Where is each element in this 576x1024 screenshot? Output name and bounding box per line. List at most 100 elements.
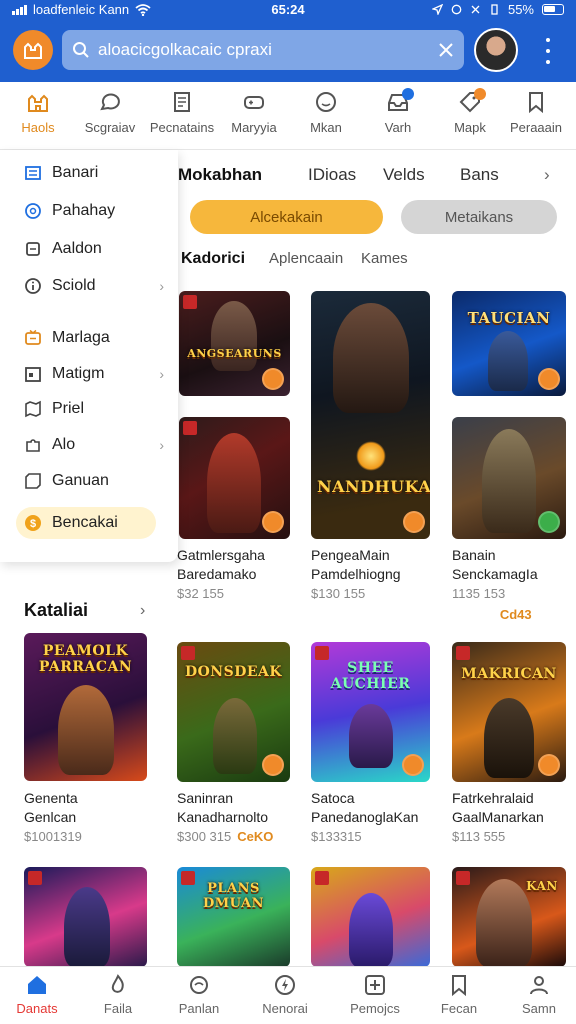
nav-nenorai[interactable]: Nenorai [244, 973, 326, 1016]
game-card-info[interactable]: Saninran Kanadharnolto $300 315 CeKO [177, 789, 273, 846]
nav-fecan[interactable]: Fecan [418, 973, 500, 1016]
drawer-item-banari[interactable]: Banari [0, 158, 178, 188]
drawer-item-alo[interactable]: Alo › [0, 430, 178, 460]
game-card-cover[interactable]: MAKRICAN [452, 642, 566, 782]
game-card-cover[interactable] [24, 867, 147, 967]
vibrate-icon [491, 4, 498, 15]
category-haols[interactable]: Haols [2, 90, 74, 135]
platform-badge-icon [538, 368, 560, 390]
game-card-cover[interactable]: ANGSEARUNS [179, 291, 290, 396]
platform-badge-icon [262, 754, 284, 776]
drawer-item-ganuan[interactable]: Ganuan [0, 466, 178, 496]
game-card-cover[interactable]: PEAMOLK PARRACAN [24, 633, 147, 781]
game-card-cover[interactable] [179, 417, 290, 539]
game-card-info[interactable]: Gatmlersgaha Baredamako $32 155 [177, 546, 265, 603]
castle-icon [28, 94, 48, 112]
app-logo-button[interactable] [13, 30, 53, 70]
user-icon [530, 976, 548, 995]
more-options-icon[interactable] [540, 38, 556, 64]
sale-tag-icon [456, 646, 470, 660]
tv-icon [24, 329, 42, 347]
user-avatar[interactable] [474, 28, 518, 72]
clear-search-icon[interactable] [438, 42, 454, 58]
drawer-item-pahahay[interactable]: Pahahay [0, 196, 178, 226]
sale-tag-icon [315, 871, 329, 885]
app-header: loadfenleic Kann 65:24 55% [0, 0, 576, 82]
bookmark-icon [529, 92, 543, 114]
discount-tag: CeKO [237, 829, 274, 844]
game-card-info[interactable]: Genenta Genlcan $1001319 [24, 789, 82, 846]
calendar-icon [24, 365, 42, 383]
nav-danats[interactable]: Danats [0, 973, 78, 1016]
chat-icon [100, 93, 120, 111]
map-icon [24, 400, 42, 418]
subtab-aplencaain[interactable]: Aplencaain [269, 250, 343, 267]
game-card-info[interactable]: Satoca PanedanoglaKan $133315 [311, 789, 418, 846]
search-bar[interactable] [62, 30, 464, 70]
notification-badge [402, 88, 414, 100]
platform-badge-icon [538, 754, 560, 776]
filter-primary-button[interactable]: Alcekakain [190, 200, 383, 234]
filter-secondary-button[interactable]: Metaikans [401, 200, 557, 234]
sale-tag-icon [183, 295, 197, 309]
mute-icon [471, 5, 480, 14]
target-icon [24, 202, 42, 220]
nav-faila[interactable]: Faila [77, 973, 159, 1016]
game-card-cover[interactable]: NANDHUKA [311, 291, 430, 539]
sale-tag-icon [315, 646, 329, 660]
search-icon [73, 42, 89, 58]
subtab-kadorici[interactable]: Kadorici [181, 250, 245, 268]
gamepad-icon [244, 96, 264, 109]
subtab-kames[interactable]: Kames [361, 250, 408, 267]
game-card-cover[interactable] [311, 867, 430, 967]
drawer-item-priel[interactable]: Priel [0, 394, 178, 424]
game-card-cover[interactable]: TAUCIAN [452, 291, 566, 396]
game-card-info[interactable]: PengeaMain Pamdelhiogng $130 155 [311, 546, 401, 603]
tab-velds[interactable]: Velds [383, 165, 425, 185]
game-card-info[interactable]: Fatrkehralaid GaalManarkan $113 555 [452, 789, 544, 846]
category-peraaain[interactable]: Peraaain [500, 90, 572, 135]
nav-samn[interactable]: Samn [498, 973, 576, 1016]
sale-tag-icon [28, 871, 42, 885]
drawer-item-bencakai[interactable]: $ Bencakai [16, 507, 156, 539]
nav-pemojcs[interactable]: Pemojcs [334, 973, 416, 1016]
drawer-item-aaldon[interactable]: Aaldon [0, 234, 178, 264]
info-icon [24, 277, 42, 295]
game-card-cover[interactable]: SHEE AUCHIER [311, 642, 430, 782]
drawer-item-marlaga[interactable]: Marlaga [0, 323, 178, 353]
game-card-cover[interactable] [452, 417, 566, 539]
frame-icon [24, 472, 42, 490]
chevron-right-icon[interactable]: › [140, 602, 145, 620]
game-card-cover[interactable]: KAN [452, 867, 566, 967]
category-varh[interactable]: Varh [362, 88, 434, 135]
category-mapk[interactable]: Mapk [434, 88, 506, 135]
sale-tag-icon [181, 646, 195, 660]
drawer-item-matigm[interactable]: Matigm › [0, 359, 178, 389]
tab-idioas[interactable]: IDioas [308, 165, 356, 185]
search-input[interactable] [98, 40, 438, 60]
fire-icon [111, 974, 124, 993]
nav-panlan[interactable]: Panlan [158, 973, 240, 1016]
category-scgraiav[interactable]: Scgraiav [74, 90, 146, 135]
notification-badge [474, 88, 486, 100]
drawer-item-sciold[interactable]: Sciold › [0, 271, 178, 301]
battery-icon [542, 4, 564, 15]
platform-badge-icon [402, 754, 424, 776]
box-icon [24, 240, 42, 258]
tab-mokabhan[interactable]: Mokabhan [178, 165, 262, 185]
coin-icon: $ [24, 514, 42, 532]
section-title: Kataliai [24, 600, 89, 620]
glow-decoration [356, 441, 386, 471]
category-mkan[interactable]: Mkan [290, 90, 362, 135]
chevron-right-icon[interactable]: › [544, 165, 550, 185]
home-icon [28, 976, 46, 994]
category-maryyia[interactable]: Maryyia [218, 90, 290, 135]
game-card-cover[interactable]: DONSDEAK [177, 642, 290, 782]
chevron-right-icon: › [159, 278, 164, 294]
category-pecnatains[interactable]: Pecnatains [146, 90, 218, 135]
game-card-cover[interactable]: PLANS DMUAN [177, 867, 290, 967]
tab-bans[interactable]: Bans [460, 165, 499, 185]
svg-text:$: $ [30, 518, 36, 530]
game-card-info[interactable]: Banain SenckamagIa 1135 153 Cd43 [452, 546, 538, 624]
sale-tag-icon [456, 871, 470, 885]
